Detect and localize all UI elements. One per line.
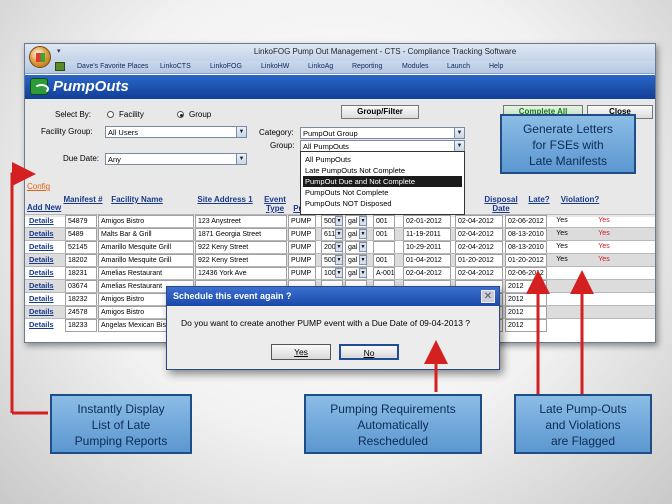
callout-line: List of Late bbox=[91, 418, 151, 432]
callout-line: Rescheduled bbox=[357, 434, 429, 448]
callout-pumping-requirements: Pumping Requirements Automatically Resch… bbox=[304, 394, 482, 454]
callout-line: Late Manifests bbox=[528, 154, 608, 168]
callout-line: Instantly Display bbox=[77, 402, 165, 416]
callout-line: Late Pump-Outs bbox=[539, 402, 627, 416]
callout-line: Pumping Requirements bbox=[330, 402, 456, 416]
callout-line: are Flagged bbox=[550, 434, 616, 448]
callout-line: and Violations bbox=[545, 418, 621, 432]
callout-line: Generate Letters bbox=[522, 122, 614, 136]
callout-line: Automatically bbox=[357, 418, 429, 432]
callout-line: Pumping Reports bbox=[74, 434, 168, 448]
arrow-to-config bbox=[10, 162, 36, 413]
callout-line: for FSEs with bbox=[532, 138, 604, 152]
callout-generate-letters: Generate Letters for FSEs with Late Mani… bbox=[500, 114, 636, 174]
callout-instantly-display: Instantly Display List of Late Pumping R… bbox=[50, 394, 192, 454]
callout-late-pumpouts: Late Pump-Outs and Violations are Flagge… bbox=[514, 394, 652, 454]
